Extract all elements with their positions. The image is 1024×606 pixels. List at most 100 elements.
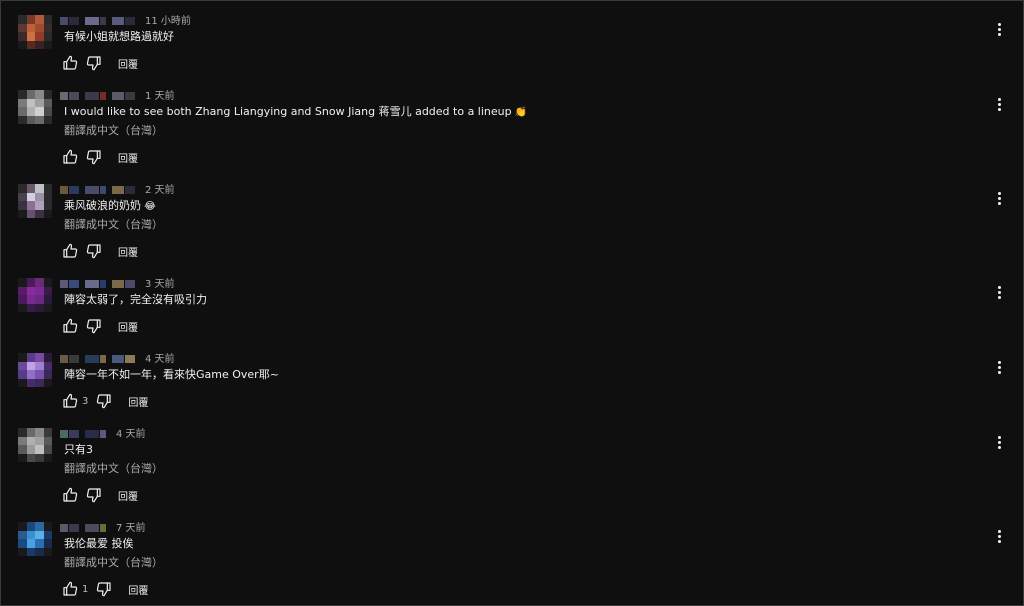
menu-dot [997,370,1001,374]
comment-timestamp[interactable]: 7 天前 [116,519,146,534]
avatar[interactable] [18,90,52,124]
thumbs-up-icon[interactable] [61,580,79,598]
thumbs-down-icon[interactable] [85,486,103,504]
menu-dot [997,191,1001,195]
menu-dot [997,285,1001,289]
comment-text-content: 只有3 [64,443,93,456]
menu-dot [997,435,1001,439]
translate-link[interactable]: 翻譯成中文（台灣） [64,216,163,232]
author-name-redacted[interactable] [60,520,112,532]
more-options-icon[interactable] [991,358,1007,376]
comment-text: I would like to see both Zhang Liangying… [64,103,527,119]
menu-dot [997,360,1001,364]
translate-link[interactable]: 翻譯成中文（台灣） [64,554,163,570]
comment-timestamp[interactable]: 4 天前 [145,350,175,365]
thumbs-up-icon[interactable] [61,54,79,72]
comment-text-content: 我伦最爱 投俟 [64,537,134,550]
comment-actions: 回覆 [61,53,138,73]
reply-button[interactable]: 回覆 [118,488,138,503]
more-options-icon[interactable] [991,189,1007,207]
menu-dot [997,290,1001,294]
comment-item: 4 天前只有3 翻譯成中文（台灣） 回覆 [1,424,1023,504]
comment-item: 4 天前 陣容一年不如一年，看來快Game Over耶~ 3 回覆 [1,349,1023,429]
avatar[interactable] [18,428,52,462]
comment-text: 陣容一年不如一年，看來快Game Over耶~ [64,366,279,382]
like-count: 1 [82,583,89,595]
comment-header: 4 天前 [60,350,175,365]
comment-item: 11 小時前有候小姐就想路過就好回覆 [1,11,1023,91]
comment-text-content: 乘风破浪的奶奶 [64,199,141,212]
author-name-redacted[interactable] [60,88,141,100]
comment-item: 3 天前 陣容太弱了，完全沒有吸引力回覆 [1,274,1023,354]
thumbs-up-icon[interactable] [61,392,79,410]
comment-header: 7 天前 [60,519,146,534]
comment-item: 2 天前 乘风破浪的奶奶 😂 翻譯成中文（台灣） 回覆 [1,180,1023,260]
menu-dot [997,440,1001,444]
author-name-redacted[interactable] [60,351,141,363]
translate-link[interactable]: 翻譯成中文（台灣） [64,460,163,476]
comment-timestamp[interactable]: 11 小時前 [145,12,191,27]
reply-button[interactable]: 回覆 [128,394,148,409]
avatar[interactable] [18,184,52,218]
comment-timestamp[interactable]: 4 天前 [116,425,146,440]
reply-button[interactable]: 回覆 [128,582,148,597]
comment-text: 只有3 [64,441,93,457]
comment-text: 陣容太弱了，完全沒有吸引力 [64,291,207,307]
more-options-icon[interactable] [991,95,1007,113]
menu-dot [997,107,1001,111]
comment-text: 乘风破浪的奶奶 😂 [64,197,156,213]
more-options-icon[interactable] [991,433,1007,451]
comment-actions: 回覆 [61,316,138,336]
avatar[interactable] [18,278,52,312]
comment-actions: 1 回覆 [61,579,148,599]
avatar[interactable] [18,15,52,49]
author-name-redacted[interactable] [60,426,112,438]
menu-dot [997,97,1001,101]
thumbs-down-icon[interactable] [85,317,103,335]
avatar[interactable] [18,353,52,387]
thumbs-up-icon[interactable] [61,242,79,260]
reply-button[interactable]: 回覆 [118,150,138,165]
comment-timestamp[interactable]: 1 天前 [145,87,175,102]
comment-item: 1 天前 I would like to see both Zhang Liang… [1,86,1023,166]
thumbs-down-icon[interactable] [95,392,113,410]
comment-header: 11 小時前 [60,12,191,27]
menu-dot [997,201,1001,205]
reply-button[interactable]: 回覆 [118,244,138,259]
more-options-icon[interactable] [991,527,1007,545]
more-options-icon[interactable] [991,283,1007,301]
thumbs-down-icon[interactable] [85,242,103,260]
more-options-icon[interactable] [991,20,1007,38]
avatar[interactable] [18,522,52,556]
translate-link[interactable]: 翻譯成中文（台灣） [64,122,163,138]
comment-text: 我伦最爱 投俟 [64,535,134,551]
thumbs-up-icon[interactable] [61,317,79,335]
thumbs-down-icon[interactable] [85,148,103,166]
comment-text: 有候小姐就想路過就好 [64,28,174,44]
comment-timestamp[interactable]: 2 天前 [145,181,175,196]
comment-text-content: I would like to see both Zhang Liangying… [64,105,512,118]
comment-actions: 回覆 [61,147,138,167]
emoji: 😂 [141,201,156,212]
thumbs-down-icon[interactable] [95,580,113,598]
comments-panel: 11 小時前 有候小姐就想路過就好 回覆 1 天前 I would like to se… [0,0,1024,606]
menu-dot [997,27,1001,31]
author-name-redacted[interactable] [60,276,141,288]
comment-text-content: 陣容一年不如一年，看來快Game Over耶~ [64,368,279,381]
author-name-redacted[interactable] [60,182,141,194]
menu-dot [997,102,1001,106]
author-name-redacted[interactable] [60,13,141,25]
reply-button[interactable]: 回覆 [118,56,138,71]
thumbs-down-icon[interactable] [85,54,103,72]
comment-actions: 回覆 [61,241,138,261]
menu-dot [997,196,1001,200]
comment-timestamp[interactable]: 3 天前 [145,275,175,290]
comment-header: 4 天前 [60,425,146,440]
menu-dot [997,295,1001,299]
thumbs-up-icon[interactable] [61,486,79,504]
menu-dot [997,22,1001,26]
menu-dot [997,529,1001,533]
thumbs-up-icon[interactable] [61,148,79,166]
reply-button[interactable]: 回覆 [118,319,138,334]
comment-text-content: 有候小姐就想路過就好 [64,30,174,43]
